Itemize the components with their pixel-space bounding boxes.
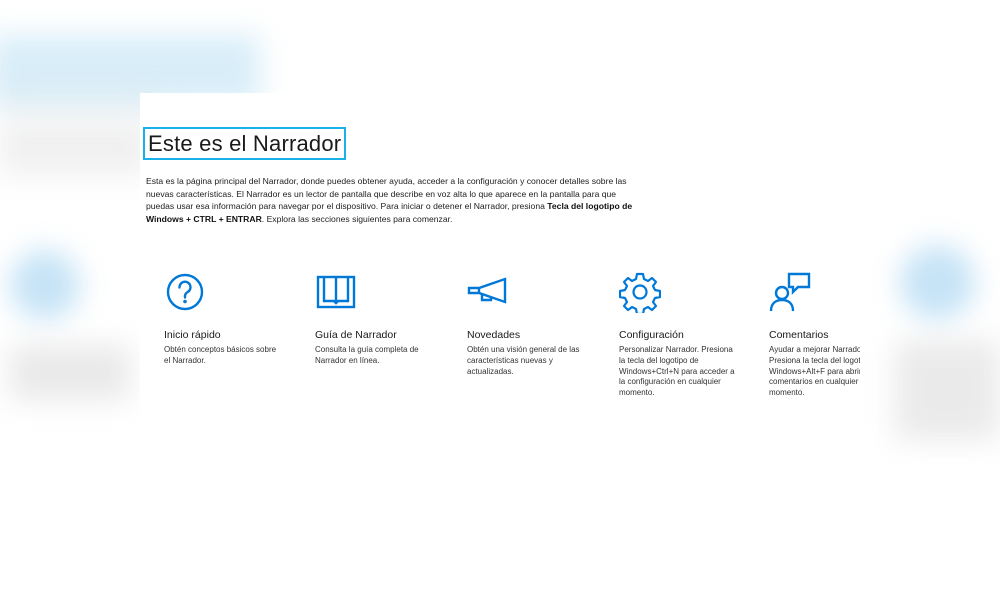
- card-description: Obtén una visión general de las caracter…: [467, 345, 580, 376]
- settings-card[interactable]: Configuración Personalizar Narrador. Pre…: [619, 271, 749, 397]
- card-title: Inicio rápido: [164, 329, 221, 341]
- background-blur-text-left: [10, 345, 130, 400]
- gear-icon: [619, 271, 661, 313]
- narrator-guide-card[interactable]: Guía de Narrador Consulta la guía comple…: [315, 271, 445, 365]
- megaphone-icon: [467, 271, 509, 313]
- feedback-icon: [769, 271, 811, 313]
- whats-new-card[interactable]: Novedades Obtén una visión general de la…: [467, 271, 597, 376]
- background-blur-circle-right: [900, 245, 975, 320]
- intro-text-end: . Explora las secciones siguientes para …: [261, 213, 453, 224]
- background-blur-circle-left: [10, 250, 80, 320]
- quick-start-card[interactable]: Inicio rápido Obtén conceptos básicos so…: [164, 271, 294, 365]
- background-blur-strip: [0, 95, 160, 109]
- page-title: Este es el Narrador: [143, 127, 347, 160]
- narrator-home-panel: Este es el Narrador Esta es la página pr…: [140, 93, 860, 411]
- card-description: Obtén conceptos básicos sobre el Narrado…: [164, 345, 277, 365]
- card-title: Comentarios: [769, 329, 829, 341]
- intro-paragraph: Esta es la página principal del Narrador…: [146, 175, 636, 225]
- card-title: Novedades: [467, 329, 521, 341]
- card-description: Ayudar a mejorar Narrador. Presiona la t…: [769, 345, 860, 398]
- card-description: Personalizar Narrador. Presiona la tecla…: [619, 345, 735, 398]
- background-blur-block: [0, 120, 150, 175]
- background-blur-text-right: [895, 340, 1000, 440]
- feedback-card[interactable]: Comentarios Ayudar a mejorar Narrador. P…: [769, 271, 860, 397]
- question-circle-icon: [164, 271, 206, 313]
- card-title: Configuración: [619, 329, 684, 341]
- book-icon: [315, 271, 357, 313]
- card-description: Consulta la guía completa de Narrador en…: [315, 345, 419, 365]
- card-title: Guía de Narrador: [315, 329, 397, 341]
